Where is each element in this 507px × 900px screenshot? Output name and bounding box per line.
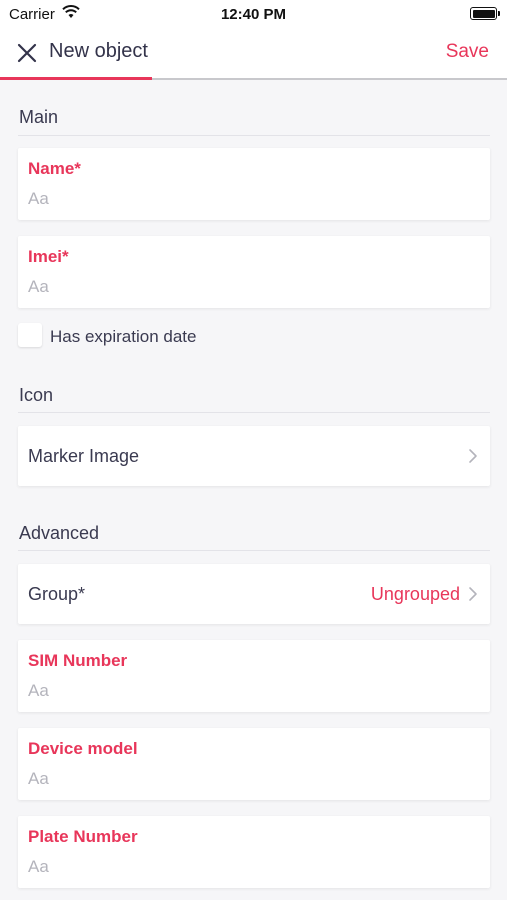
plate-number-field[interactable]: Plate Number [18,816,490,888]
page-title: New object [49,40,148,62]
device-model-field[interactable]: Device model [18,728,490,800]
marker-image-row[interactable]: Marker Image [18,426,490,486]
expiration-date-label: Has expiration date [50,327,197,346]
status-bar: Carrier 12:40 PM [0,0,507,28]
name-field[interactable]: Name* [18,148,490,220]
header-accent-underline [0,77,152,80]
imei-field[interactable]: Imei* [18,236,490,308]
group-value: Ungrouped [370,584,460,604]
sim-number-input[interactable] [28,680,478,702]
sim-number-label: SIM Number [28,651,128,670]
name-input[interactable] [28,188,478,210]
device-model-input[interactable] [28,768,478,790]
group-row[interactable]: Group* Ungrouped [18,564,490,624]
chevron-right-icon [469,587,477,601]
close-icon[interactable] [14,40,40,66]
marker-image-label: Marker Image [28,446,140,466]
section-title-icon: Icon [19,385,54,405]
battery-icon [470,7,500,20]
sim-number-field[interactable]: SIM Number [18,640,490,712]
save-button[interactable]: Save [446,41,489,63]
section-title-advanced: Advanced [19,523,100,543]
expiration-date-checkbox[interactable] [18,323,42,347]
chevron-right-icon [469,449,477,463]
imei-field-label: Imei* [28,247,69,266]
imei-input[interactable] [28,276,478,298]
section-divider [18,550,490,551]
section-title-main: Main [19,107,59,127]
nav-bar: New object Save [0,28,507,80]
group-label: Group* [28,584,86,604]
section-divider [18,135,490,136]
plate-number-input[interactable] [28,856,478,878]
device-model-label: Device model [28,739,138,758]
name-field-label: Name* [28,159,81,178]
plate-number-label: Plate Number [28,827,138,846]
section-divider [18,412,490,413]
clock: 12:40 PM [220,6,287,23]
